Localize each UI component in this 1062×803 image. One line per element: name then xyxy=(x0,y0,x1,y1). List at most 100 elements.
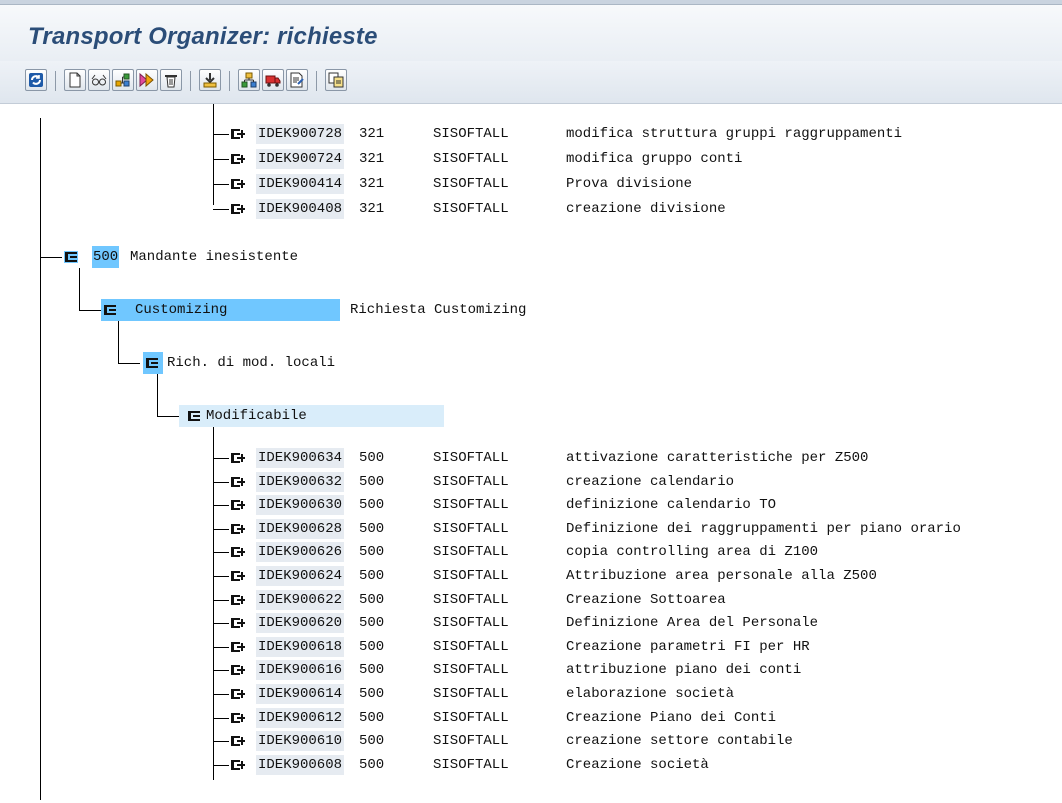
release-button[interactable] xyxy=(136,69,158,91)
client-number: 500 xyxy=(92,246,120,268)
task-client: 500 xyxy=(359,568,385,584)
task-icon xyxy=(231,712,245,724)
task-row[interactable]: IDEK900616 500 SISOFTALL attribuzione piano… xyxy=(229,659,1059,681)
category-node[interactable]: Customizing Richiesta Customizing xyxy=(101,299,601,321)
tree-connector xyxy=(213,505,229,507)
tree-connector xyxy=(213,427,214,780)
task-row[interactable]: IDEK900618 500 SISOFTALL Creazione parametr… xyxy=(229,636,1059,658)
task-id[interactable]: IDEK900628 xyxy=(256,518,345,539)
task-icon xyxy=(231,523,245,535)
task-id[interactable]: IDEK900608 xyxy=(256,754,345,775)
task-row[interactable]: IDEK900414 321 SISOFTALL Prova divisione xyxy=(229,173,1059,195)
task-id[interactable]: IDEK900408 xyxy=(256,199,345,219)
task-owner: SISOFTALL xyxy=(433,176,509,192)
task-owner: SISOFTALL xyxy=(433,615,509,632)
task-row[interactable]: IDEK900610 500 SISOFTALL creazione settore … xyxy=(229,730,1059,752)
client-node[interactable]: 500 Mandante inesistente xyxy=(62,246,462,268)
task-description: creazione calendario xyxy=(566,473,735,490)
transport-button[interactable] xyxy=(262,69,284,91)
task-id[interactable]: IDEK900622 xyxy=(256,589,345,610)
add-user-button[interactable] xyxy=(112,69,134,91)
task-id[interactable]: IDEK900610 xyxy=(256,731,345,752)
task-row[interactable]: IDEK900628 500 SISOFTALL Definizione dei ra… xyxy=(229,518,1059,540)
toolbar-separator xyxy=(316,71,317,91)
task-icon xyxy=(231,153,245,165)
toolbar-separator xyxy=(229,71,230,91)
task-owner: SISOFTALL xyxy=(433,756,509,773)
delete-button[interactable] xyxy=(160,69,182,91)
task-row[interactable]: IDEK900632 500 SISOFTALL creazione calendar… xyxy=(229,471,1059,493)
glasses-icon xyxy=(91,74,107,86)
tree-connector xyxy=(79,310,101,311)
task-description: Attribuzione area personale alla Z500 xyxy=(566,568,877,584)
tree-connector xyxy=(157,416,179,417)
hierarchy-icon xyxy=(241,72,257,88)
task-icon xyxy=(231,570,245,582)
folder-open-icon xyxy=(145,357,159,369)
folder-open-icon xyxy=(187,410,201,422)
task-client: 500 xyxy=(359,497,385,514)
task-owner: SISOFTALL xyxy=(433,662,509,679)
task-description: Creazione Sottoarea xyxy=(566,591,726,608)
task-row[interactable]: IDEK900624 500 SISOFTALL Attribuzione area … xyxy=(229,565,1059,587)
task-id[interactable]: IDEK900630 xyxy=(256,495,345,516)
object-list-button[interactable] xyxy=(238,69,260,91)
task-id[interactable]: IDEK900634 xyxy=(256,448,345,468)
task-row[interactable]: IDEK900614 500 SISOFTALL elaborazione socie… xyxy=(229,683,1059,705)
task-id[interactable]: IDEK900620 xyxy=(256,613,345,634)
folder-open-icon xyxy=(103,304,117,316)
task-row[interactable]: IDEK900622 500 SISOFTALL Creazione Sottoare… xyxy=(229,589,1059,611)
task-id[interactable]: IDEK900612 xyxy=(256,707,345,728)
task-client: 500 xyxy=(359,615,385,632)
task-row[interactable]: IDEK900630 500 SISOFTALL definizione calend… xyxy=(229,494,1059,516)
tree-connector xyxy=(118,363,140,364)
task-client: 500 xyxy=(359,544,385,561)
task-icon xyxy=(231,617,245,629)
task-id[interactable]: IDEK900624 xyxy=(256,566,345,586)
tree-connector xyxy=(213,694,229,695)
application-toolbar xyxy=(0,61,1062,104)
task-owner: SISOFTALL xyxy=(433,450,509,466)
new-document-icon xyxy=(69,72,81,88)
task-row[interactable]: IDEK900608 500 SISOFTALL Creazione società xyxy=(229,754,1059,776)
copy-button[interactable] xyxy=(325,69,347,91)
task-client: 500 xyxy=(359,733,385,750)
forward-icon xyxy=(139,72,154,88)
task-id[interactable]: IDEK900618 xyxy=(256,636,345,657)
task-id[interactable]: IDEK900414 xyxy=(256,174,345,194)
task-id[interactable]: IDEK900728 xyxy=(256,124,345,144)
task-client: 321 xyxy=(359,126,385,142)
tree-connector xyxy=(213,159,229,160)
task-client: 321 xyxy=(359,151,385,167)
task-id[interactable]: IDEK900724 xyxy=(256,149,345,169)
refresh-button[interactable] xyxy=(25,69,47,91)
task-row[interactable]: IDEK900408 321 SISOFTALL creazione division… xyxy=(229,198,1059,220)
task-row[interactable]: IDEK900724 321 SISOFTALL modifica gruppo co… xyxy=(229,148,1059,170)
toolbar-separator xyxy=(55,71,56,91)
tree-icon xyxy=(115,73,130,87)
trash-icon xyxy=(165,75,177,88)
local-changes-label: Rich. di mod. locali xyxy=(167,355,336,371)
task-id[interactable]: IDEK900614 xyxy=(256,684,345,704)
task-row[interactable]: IDEK900626 500 SISOFTALL copia controlling … xyxy=(229,541,1059,563)
log-button[interactable] xyxy=(286,69,308,91)
task-icon xyxy=(231,759,245,771)
task-owner: SISOFTALL xyxy=(433,591,509,608)
task-row[interactable]: IDEK900728 321 SISOFTALL modifica struttura… xyxy=(229,123,1059,145)
local-changes-node[interactable]: Rich. di mod. locali xyxy=(140,352,440,374)
tree-connector xyxy=(213,576,229,577)
status-node[interactable]: Modificabile xyxy=(179,405,479,427)
refresh-icon xyxy=(29,73,43,87)
task-owner: SISOFTALL xyxy=(433,151,509,167)
task-id[interactable]: IDEK900616 xyxy=(256,660,345,681)
import-icon xyxy=(203,73,217,88)
task-row[interactable]: IDEK900620 500 SISOFTALL Definizione Area d… xyxy=(229,612,1059,634)
import-button[interactable] xyxy=(199,69,221,91)
truck-icon xyxy=(265,75,281,87)
task-id[interactable]: IDEK900632 xyxy=(256,471,345,492)
task-row[interactable]: IDEK900612 500 SISOFTALL Creazione Piano de… xyxy=(229,707,1059,729)
create-button[interactable] xyxy=(64,69,86,91)
change-display-button[interactable] xyxy=(88,69,110,91)
task-id[interactable]: IDEK900626 xyxy=(256,542,345,563)
task-row[interactable]: IDEK900634 500 SISOFTALL attivazione caratt… xyxy=(229,447,1059,469)
